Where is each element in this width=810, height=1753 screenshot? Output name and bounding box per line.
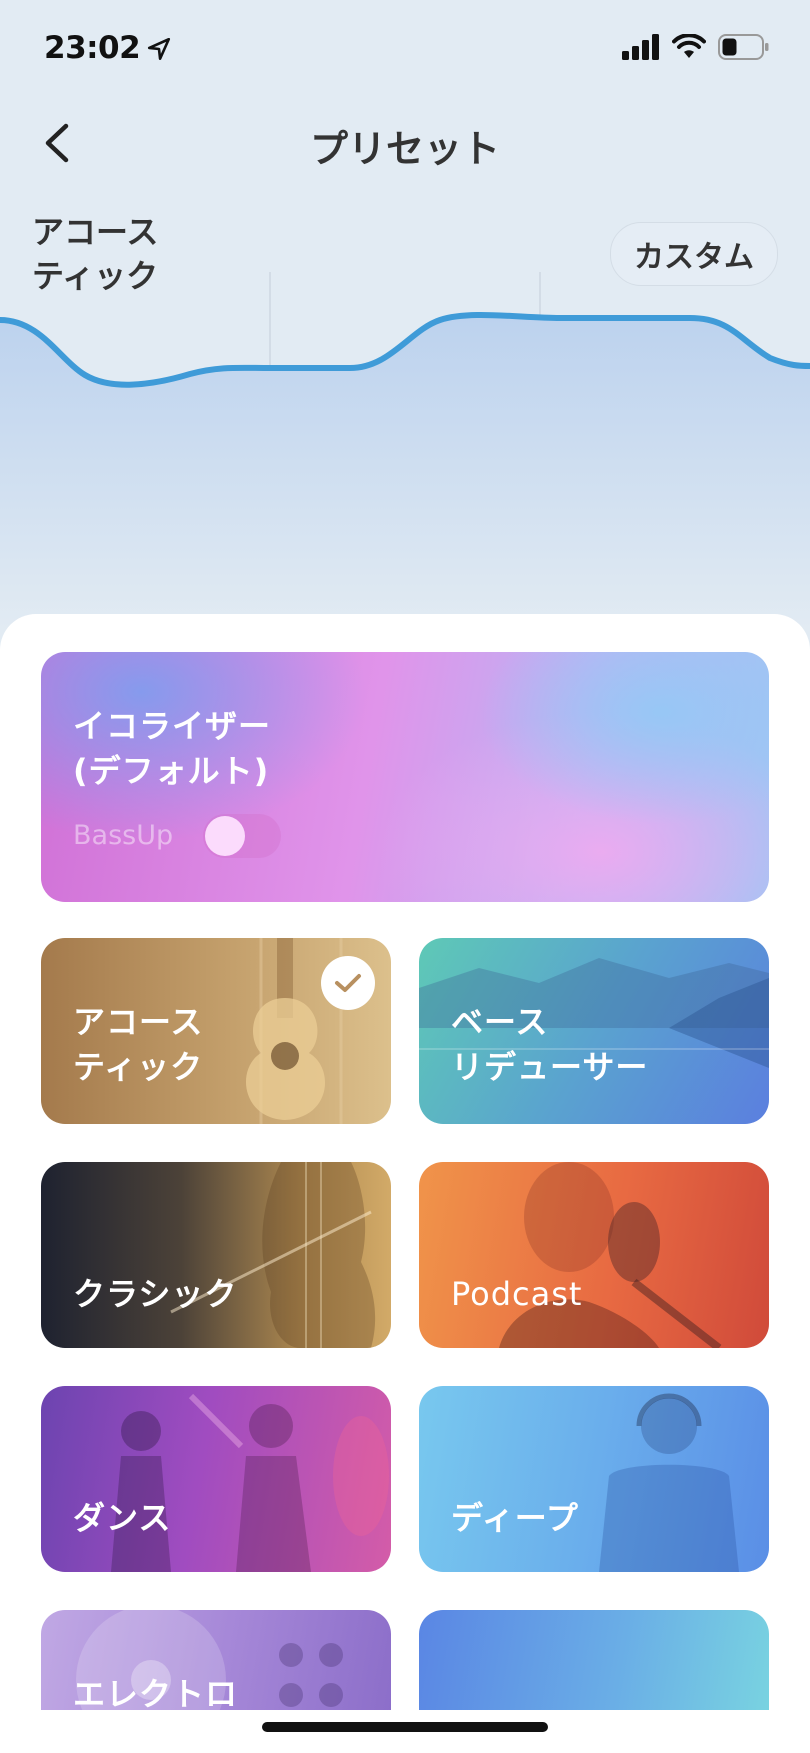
equalizer-preview: アコース ティック カスタム bbox=[0, 190, 810, 630]
battery-icon bbox=[718, 34, 769, 60]
selected-check-icon bbox=[321, 956, 375, 1010]
preset-card-title: ダンス bbox=[73, 1499, 172, 1537]
singer-microphone-image bbox=[499, 1162, 722, 1348]
cello-image bbox=[170, 1162, 376, 1348]
preset-card-acoustic[interactable]: アコース ティック bbox=[41, 938, 391, 1124]
preset-card-title: クラシック bbox=[73, 1275, 238, 1313]
bassup-toggle[interactable] bbox=[203, 814, 281, 858]
current-preset-name: アコース ティック bbox=[32, 213, 159, 295]
status-time: 23:02 bbox=[44, 30, 141, 66]
preset-card-default[interactable]: イコライザー (デフォルト) BassUp bbox=[41, 652, 769, 902]
dancers-image bbox=[111, 1393, 389, 1572]
preset-card-podcast[interactable]: Podcast bbox=[419, 1162, 769, 1348]
preset-card-dance[interactable]: ダンス bbox=[41, 1386, 391, 1572]
headphone-listener-image bbox=[599, 1393, 739, 1572]
preset-card-title: ベース リデューサー bbox=[451, 1003, 649, 1086]
status-icons bbox=[622, 34, 770, 60]
preset-card-title: アコース ティック bbox=[73, 1003, 204, 1086]
custom-button[interactable]: カスタム bbox=[610, 222, 778, 286]
preset-card-classic[interactable]: クラシック bbox=[41, 1162, 391, 1348]
page-title: プリセット bbox=[309, 127, 500, 171]
preset-card-title: イコライザー (デフォルト) bbox=[73, 707, 272, 790]
preset-card-title: Podcast bbox=[451, 1275, 583, 1313]
preset-card-deep[interactable]: ディープ bbox=[419, 1386, 769, 1572]
bassup-toggle-knob bbox=[205, 816, 245, 856]
eq-curve-fill bbox=[0, 314, 810, 630]
bassup-label: BassUp bbox=[73, 820, 174, 851]
home-indicator[interactable] bbox=[262, 1722, 548, 1732]
preset-card-title: ディープ bbox=[451, 1499, 579, 1537]
wifi-icon bbox=[672, 34, 706, 58]
nav-bar: プリセット bbox=[0, 100, 810, 190]
status-bar: 23:02 bbox=[0, 0, 810, 100]
location-arrow-icon bbox=[147, 37, 171, 61]
preset-card-bass-reducer[interactable]: ベース リデューサー bbox=[419, 938, 769, 1124]
cellular-signal-icon bbox=[622, 34, 659, 60]
preset-sheet: イコライザー (デフォルト) BassUp アコース ティック ベース リデュー… bbox=[0, 614, 810, 1753]
